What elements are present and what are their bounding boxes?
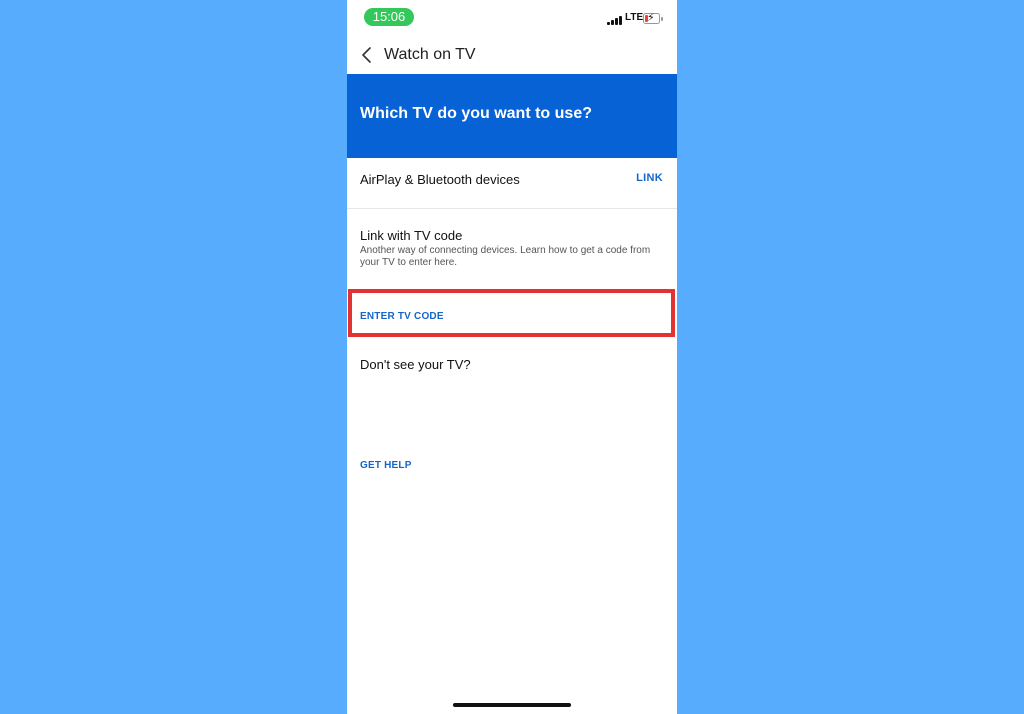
tv-code-title: Link with TV code — [360, 228, 463, 243]
status-time: 15:06 — [364, 8, 414, 26]
enter-tv-code-button[interactable]: ENTER TV CODE — [360, 311, 444, 322]
signal-icon — [607, 15, 622, 25]
phone-screen: 15:06 LTE ⚡ Watch on TV Which TV do you … — [347, 0, 677, 714]
dont-see-tv-label: Don't see your TV? — [360, 357, 471, 372]
banner-title: Which TV do you want to use? — [360, 105, 592, 122]
app-header: Watch on TV — [347, 36, 677, 74]
network-type: LTE — [625, 12, 644, 23]
status-bar: 15:06 LTE ⚡ — [347, 0, 677, 36]
link-button[interactable]: LINK — [636, 172, 663, 184]
tv-code-description: Another way of connecting devices. Learn… — [360, 245, 651, 268]
airplay-bluetooth-label: AirPlay & Bluetooth devices — [360, 172, 520, 187]
tv-code-section: Link with TV code Another way of connect… — [347, 209, 677, 289]
chevron-left-icon[interactable] — [357, 45, 377, 65]
battery-charging-icon: ⚡ — [643, 12, 663, 24]
get-help-button[interactable]: GET HELP — [360, 460, 412, 471]
home-indicator[interactable] — [453, 703, 571, 707]
page-title: Watch on TV — [384, 46, 476, 63]
tv-selection-banner: Which TV do you want to use? — [347, 74, 677, 158]
airplay-bluetooth-row: AirPlay & Bluetooth devices LINK — [347, 158, 677, 209]
bolt-icon: ⚡ — [647, 12, 655, 24]
enter-tv-code-highlight[interactable]: ENTER TV CODE — [348, 289, 675, 337]
